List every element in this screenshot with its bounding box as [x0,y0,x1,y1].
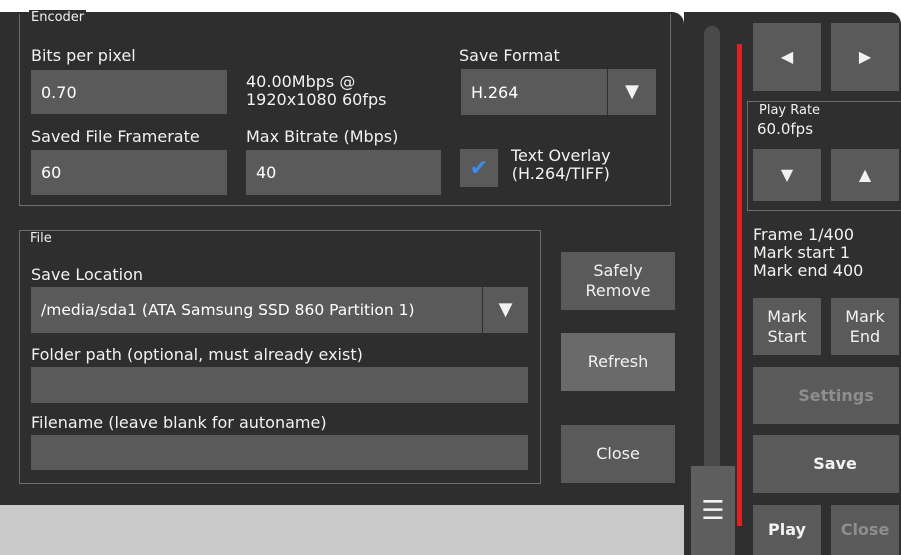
triangle-right-icon: ▶ [858,47,872,66]
text-overlay-label: Text Overlay (H.264/TIFF) [511,147,611,183]
save-format-label: Save Format [459,46,560,65]
seek-position-indicator [737,44,742,526]
bitrate-info-line1: 40.00Mbps @ [246,72,356,91]
frame-info: Frame 1/400 Mark start 1 Mark end 400 [753,226,863,280]
save-location-dropdown-button[interactable]: ▼ [483,287,528,333]
triangle-down-icon: ▼ [780,165,794,184]
prev-frame-button[interactable]: ◀ [753,23,821,91]
safely-remove-line2: Remove [585,281,651,300]
play-rate-legend: Play Rate [757,103,823,118]
mark-end-readout: Mark end 400 [753,261,864,280]
frame-counter: Frame 1/400 [753,225,855,244]
close-dialog-button[interactable]: Close [561,425,675,483]
save-location-label: Save Location [31,265,144,284]
next-frame-button[interactable]: ▶ [831,23,899,91]
play-rate-down-button[interactable]: ▼ [753,149,821,201]
seek-slider-handle[interactable]: ☰ [691,466,735,555]
bpp-label: Bits per pixel [31,46,136,65]
mark-end-line2: End [849,326,881,346]
text-overlay-line2: (H.264/TIFF) [511,164,610,183]
settings-button[interactable]: Settings [753,367,899,424]
refresh-button[interactable]: Refresh [561,333,675,391]
bpp-input[interactable]: 0.70 [31,70,227,114]
save-location-select[interactable]: /media/sda1 (ATA Samsung SSD 860 Partiti… [31,287,482,333]
text-overlay-checkbox[interactable]: ✔ [460,149,498,187]
framerate-label: Saved File Framerate [31,127,200,146]
play-rate-value: 60.0fps [757,120,814,138]
checkmark-icon: ✔ [469,155,489,181]
filename-label: Filename (leave blank for autoname) [31,413,327,432]
bottom-strip [0,505,684,555]
mark-start-button[interactable]: Mark Start [753,298,821,355]
mark-start-readout: Mark start 1 [753,243,851,262]
play-rate-up-button[interactable]: ▲ [831,149,899,201]
framerate-input[interactable]: 60 [31,150,227,195]
mark-end-button[interactable]: Mark End [831,298,899,355]
mark-start-line1: Mark [767,306,807,326]
menu-icon: ☰ [701,495,725,526]
mark-start-line2: Start [767,326,807,346]
save-button[interactable]: Save [753,435,899,493]
triangle-left-icon: ◀ [780,47,794,66]
play-button[interactable]: Play [753,505,821,555]
save-format-dropdown-button[interactable]: ▼ [608,69,656,115]
chevron-down-icon: ▼ [498,299,513,320]
max-bitrate-label: Max Bitrate (Mbps) [246,127,399,146]
bitrate-info-line2: 1920x1080 60fps [246,90,387,109]
seek-slider-track[interactable] [704,26,720,496]
encoder-legend: Encoder [29,10,87,25]
folder-path-label: Folder path (optional, must already exis… [31,345,363,364]
mark-end-line1: Mark [845,306,885,326]
text-overlay-line1: Text Overlay [511,146,611,165]
triangle-up-icon: ▲ [858,165,872,184]
safely-remove-button[interactable]: Safely Remove [561,252,675,310]
save-format-select[interactable]: H.264 [461,69,607,115]
safely-remove-line1: Safely [593,261,643,280]
close-button[interactable]: Close [831,505,899,555]
max-bitrate-input[interactable]: 40 [246,150,441,195]
folder-path-input[interactable] [31,367,528,403]
chevron-down-icon: ▼ [625,81,639,102]
bitrate-info: 40.00Mbps @ 1920x1080 60fps [246,73,386,109]
filename-input[interactable] [31,435,528,470]
file-legend: File [28,231,54,246]
